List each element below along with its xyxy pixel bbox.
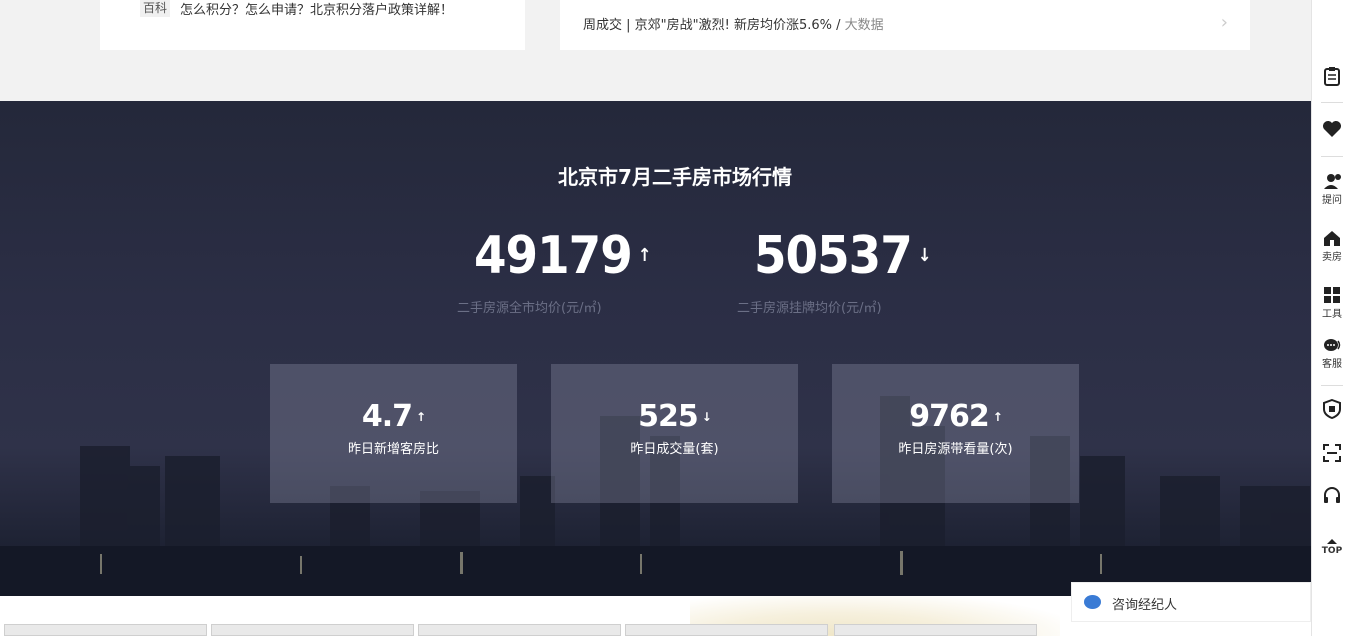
stat-value: 4.7 ↑	[270, 398, 517, 436]
news-text: 周成交 | 京郊"房战"激烈! 新房均价涨5.6% /	[583, 18, 845, 33]
scan-icon	[1323, 444, 1341, 462]
stat-card: 525 ↓ 昨日成交量(套)	[551, 364, 798, 503]
bottom-tab[interactable]	[625, 624, 828, 636]
news-link[interactable]: 怎么积分？怎么申请？北京积分落户政策详解！	[180, 0, 453, 18]
arrow-up-icon: ↑	[637, 245, 652, 266]
clipboard-button[interactable]	[1312, 66, 1351, 86]
top-icon	[1327, 539, 1337, 544]
scan-button[interactable]	[1312, 444, 1351, 462]
news-link[interactable]: 周成交 | 京郊"房战"激烈! 新房均价涨5.6% / 大数据	[583, 14, 884, 33]
page: 百科 怎么积分？怎么申请？北京积分落户政策详解！ 周成交 | 京郊"房战"激烈!…	[0, 0, 1351, 636]
bottom-tab[interactable]	[834, 624, 1037, 636]
heart-icon	[1323, 121, 1341, 137]
stat-number: 9762	[909, 399, 989, 434]
clipboard-icon	[1324, 67, 1340, 86]
sidebar-caption: 提问	[1322, 195, 1342, 206]
sell-house-icon	[1324, 231, 1340, 246]
list-price-number: 50537	[754, 226, 913, 286]
news-card-right[interactable]: 周成交 | 京郊"房战"激烈! 新房均价涨5.6% / 大数据 ›	[560, 0, 1250, 50]
consult-label: 咨询经纪人	[1112, 598, 1178, 613]
sidebar-caption: 工具	[1322, 309, 1342, 320]
right-sidebar: 提问 卖房 工具 客服 TOP	[1311, 0, 1351, 636]
news-source: 大数据	[844, 18, 884, 33]
stat-value: 525 ↓	[551, 398, 798, 436]
arrow-down-icon: ↓	[917, 245, 932, 266]
divider	[1321, 156, 1343, 157]
avg-price-label: 二手房源全市均价(元/㎡)	[457, 301, 602, 316]
list-price-value: 50537 ↓	[754, 226, 932, 286]
divider	[1321, 385, 1343, 386]
stat-label: 昨日房源带看量(次)	[898, 442, 1013, 457]
consult-agent-button[interactable]: 咨询经纪人	[1071, 582, 1311, 622]
tools-icon	[1324, 287, 1340, 303]
stat-label: 昨日新增客房比	[347, 442, 439, 457]
ask-icon	[1324, 174, 1341, 189]
stat-number: 525	[638, 399, 699, 434]
stat-card: 9762 ↑ 昨日房源带看量(次)	[832, 364, 1079, 503]
back-to-top-button[interactable]: TOP	[1312, 538, 1351, 556]
category-tag: 百科	[140, 0, 171, 17]
bottom-tab[interactable]	[211, 624, 414, 636]
headset-button[interactable]	[1312, 487, 1351, 505]
favorites-button[interactable]	[1312, 120, 1351, 138]
market-hero: 北京市7月二手房市场行情 49179 ↑ 二手房源全市均价(元/㎡) 50537 ↓…	[0, 101, 1311, 596]
customer-service-button[interactable]: 客服	[1312, 338, 1351, 370]
list-price-label: 二手房源挂牌均价(元/㎡)	[737, 301, 882, 316]
shield-icon	[1323, 399, 1341, 419]
bottom-tab[interactable]	[418, 624, 621, 636]
headset-icon	[1324, 487, 1340, 503]
stat-label: 昨日成交量(套)	[630, 442, 719, 457]
ask-button[interactable]: 提问	[1312, 172, 1351, 206]
arrow-up-icon: ↑	[416, 410, 426, 424]
stat-card: 4.7 ↑ 昨日新增客房比	[270, 364, 517, 503]
arrow-down-icon: ↓	[701, 410, 712, 424]
bottom-tab[interactable]	[4, 624, 207, 636]
sell-house-button[interactable]: 卖房	[1312, 229, 1351, 263]
sidebar-caption: 卖房	[1322, 252, 1342, 263]
sidebar-caption: 客服	[1322, 359, 1342, 370]
sidebar-caption: TOP	[1321, 546, 1343, 556]
news-card-left[interactable]: 百科 怎么积分？怎么申请？北京积分落户政策详解！	[100, 0, 525, 50]
avg-price-value: 49179 ↑	[474, 226, 652, 286]
stat-value: 9762 ↑	[832, 398, 1079, 436]
divider	[1321, 102, 1343, 103]
arrow-up-icon: ↑	[992, 410, 1003, 424]
chat-icon	[1324, 339, 1341, 351]
chat-bubble-icon	[1084, 595, 1101, 609]
avg-price-number: 49179	[474, 226, 633, 286]
chevron-right-icon[interactable]: ›	[1221, 12, 1228, 33]
tools-button[interactable]: 工具	[1312, 286, 1351, 320]
stat-number: 4.7	[361, 399, 413, 434]
market-title: 北京市7月二手房市场行情	[558, 165, 792, 189]
security-button[interactable]	[1312, 399, 1351, 419]
